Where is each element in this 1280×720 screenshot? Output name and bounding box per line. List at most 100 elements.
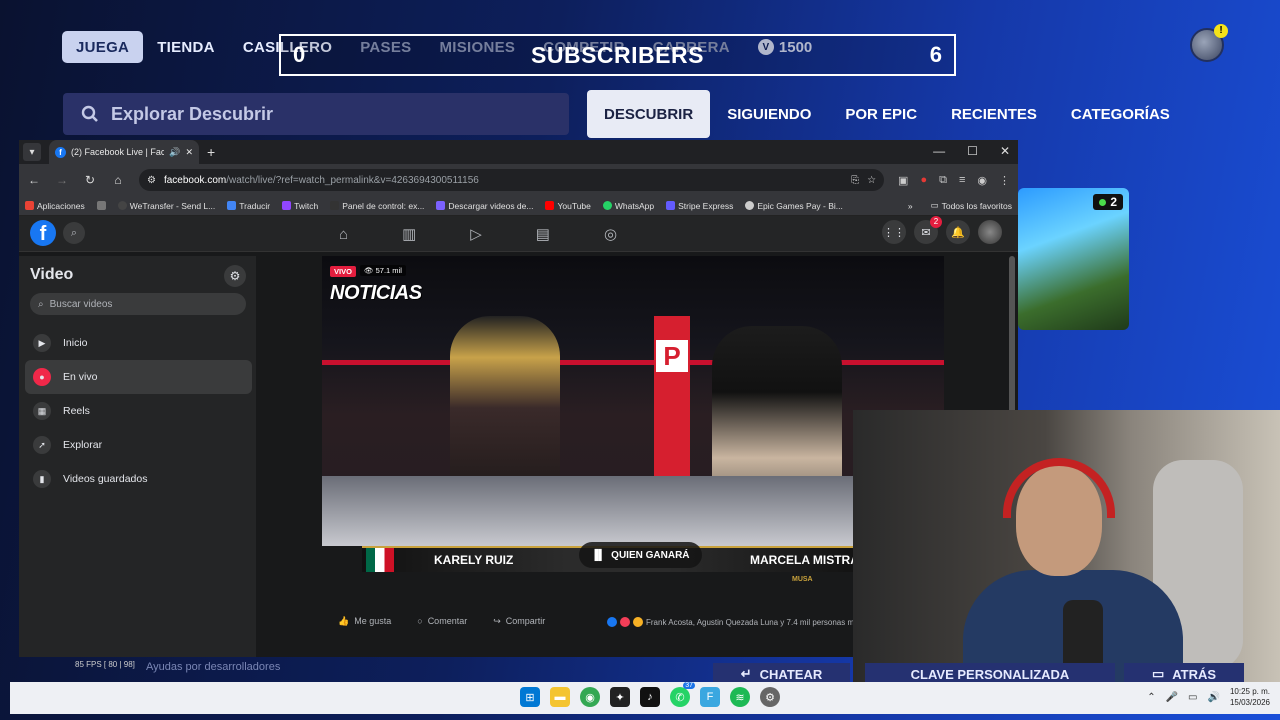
bookmark-star-icon[interactable]: ☆ [867, 175, 876, 186]
facebook-logo-icon[interactable]: f [30, 220, 56, 246]
facebook-main-nav: ⌂ ▥ ▷ ▤ ◎ [339, 216, 617, 252]
media-icon[interactable]: ≡ [959, 174, 965, 186]
reload-icon[interactable]: ↻ [83, 173, 97, 187]
bookmark-item[interactable]: YouTube [545, 200, 591, 211]
settings-gear-icon[interactable]: ⚙ [760, 687, 780, 707]
fighter-right-tag: MUSA [792, 576, 813, 583]
microphone-icon[interactable]: 🎤 [1166, 692, 1178, 703]
bookmark-item[interactable]: Epic Games Pay - Bi... [745, 201, 843, 211]
sidebar-item-inicio[interactable]: ▶ Inicio [25, 326, 252, 360]
tab-tienda[interactable]: TIENDA [143, 31, 229, 63]
search-icon[interactable]: ⌕ [63, 222, 85, 244]
notification-alert-icon[interactable]: ! [1214, 24, 1228, 38]
sidebar-item-label: Videos guardados [63, 473, 148, 485]
tab-por-epic[interactable]: POR EPIC [828, 90, 934, 138]
tab-siguiendo[interactable]: SIGUIENDO [710, 90, 828, 138]
tab-recientes[interactable]: RECIENTES [934, 90, 1054, 138]
tab-categorias[interactable]: CATEGORÍAS [1054, 90, 1187, 138]
live-video-player[interactable]: P VIVO 👁 57.1 mil NOTICIAS [322, 256, 944, 546]
home-icon[interactable]: ⌂ [339, 226, 348, 243]
install-icon[interactable]: ⎘ [851, 175, 859, 186]
gaming-icon[interactable]: ◎ [604, 225, 617, 243]
ring-rope [322, 360, 944, 365]
spotify-icon[interactable]: ≋ [730, 687, 750, 707]
tiktok-icon[interactable]: ♪ [640, 687, 660, 707]
whatsapp-icon[interactable]: ✆ 37 [670, 682, 695, 707]
menu-kebab-icon[interactable]: ⋮ [999, 174, 1010, 187]
notifications-bell-icon[interactable]: 🔔 [946, 220, 970, 244]
discover-search-input[interactable]: Explorar Descubrir [63, 93, 569, 135]
who-wins-poll-button[interactable]: ▐▌ QUIEN GANARÁ [579, 542, 702, 568]
chrome-icon[interactable]: ◉ [580, 687, 600, 707]
system-clock[interactable]: 10:25 p. m. 15/03/2026 [1230, 686, 1270, 708]
extensions-bar: ▣ ● ⧉ ≡ ◉ ⋮ [898, 174, 1010, 187]
video-icon[interactable]: ▷ [470, 225, 482, 243]
windows-start-icon[interactable]: ⊞ [520, 687, 540, 707]
sidebar-item-en-vivo[interactable]: ● En vivo [25, 360, 252, 394]
comment-button[interactable]: ○ Comentar [417, 616, 467, 626]
speaker-icon[interactable]: 🔊 [169, 147, 180, 158]
tab-descubrir[interactable]: DESCUBRIR [587, 90, 711, 138]
extension-icon[interactable]: ▣ [898, 174, 908, 187]
like-button[interactable]: 👍 Me gusta [338, 616, 391, 627]
maximize-icon[interactable]: ☐ [967, 144, 978, 158]
chat-label: CHATEAR [759, 666, 823, 682]
bookmark-item[interactable]: Aplicaciones [25, 201, 85, 211]
tab-juega[interactable]: JUEGA [62, 31, 144, 63]
puzzle-icon[interactable]: ⧉ [939, 174, 947, 187]
fighter-left-name: KARELY RUIZ [434, 553, 514, 567]
forward-icon[interactable]: → [55, 173, 69, 187]
browser-tab-facebook[interactable]: f (2) Facebook Live | Facebook 🔊 ✕ [49, 140, 199, 164]
close-window-icon[interactable]: ✕ [1000, 144, 1010, 158]
sidebar-item-explorar[interactable]: ➚ Explorar [25, 428, 252, 462]
sidebar-item-videos-guardados[interactable]: ▮ Videos guardados [25, 462, 252, 496]
taskbar-apps: ⊞ ▬ ◉ ✦ ♪ ✆ 37 F ≋ ⚙ [520, 682, 780, 707]
game-mode-card[interactable]: 2 [1018, 188, 1129, 330]
new-tab-icon[interactable]: + [207, 144, 215, 160]
bookmarks-bar: Aplicaciones WeTransfer - Send L... Trad… [19, 196, 1018, 216]
bookmark-item[interactable]: Descargar videos de... [436, 201, 533, 211]
page-scrollbar[interactable] [1009, 256, 1015, 416]
all-favorites-folder[interactable]: ▭ Todos los favoritos [931, 200, 1012, 211]
url-field[interactable]: ⚙ facebook.com/watch/live/?ref=watch_per… [139, 169, 885, 191]
bookmark-item[interactable] [96, 201, 106, 210]
all-favorites-label: Todos los favoritos [941, 200, 1012, 211]
close-tab-icon[interactable]: ✕ [185, 147, 193, 158]
extension-icon[interactable]: ● [920, 174, 927, 186]
messenger-icon[interactable]: ✉ 2 [914, 216, 942, 244]
bookmark-item[interactable]: Twitch [282, 201, 318, 211]
chevron-up-icon[interactable]: ⌃ [1147, 692, 1155, 703]
viewer-count: 👁 57.1 mil [360, 265, 406, 276]
windows-taskbar: ⊞ ▬ ◉ ✦ ♪ ✆ 37 F ≋ ⚙ ⌃ 🎤 ▭ 🔊 10:25 p. m. … [10, 682, 1280, 714]
bookmark-item[interactable]: Panel de control: ex... [330, 201, 424, 211]
network-icon[interactable]: ▭ [1188, 692, 1197, 703]
search-icon [81, 105, 98, 122]
back-icon[interactable]: ← [27, 173, 41, 187]
bookmark-item[interactable]: WhatsApp [602, 201, 654, 211]
avatar[interactable] [978, 220, 1002, 244]
reactions-summary[interactable]: Frank Acosta, Agustin Quezada Luna y 7.4… [607, 617, 863, 627]
tab-search-icon[interactable]: ▾ [23, 143, 41, 161]
bookmark-item[interactable]: WeTransfer - Send L... [117, 201, 215, 211]
menu-grid-icon[interactable]: ⋮⋮ [882, 220, 906, 244]
sidebar-item-reels[interactable]: ▦ Reels [25, 394, 252, 428]
share-button[interactable]: ↪ Compartir [493, 616, 545, 627]
bookmark-item[interactable]: Traducir [227, 201, 270, 211]
bookmark-item[interactable]: Stripe Express [666, 201, 733, 211]
app-f-icon[interactable]: F [700, 687, 720, 707]
minimize-icon[interactable]: — [933, 144, 945, 158]
dashboard-icon[interactable]: ▥ [402, 225, 416, 243]
home-icon[interactable]: ⌂ [111, 173, 125, 187]
settings-gear-icon[interactable]: ⚙ [224, 265, 246, 287]
marketplace-icon[interactable]: ▤ [536, 225, 550, 243]
more-bookmarks-icon[interactable]: » [908, 201, 913, 211]
volume-icon[interactable]: 🔊 [1208, 692, 1220, 703]
bookmark-label: Aplicaciones [37, 200, 85, 211]
bookmark-label: YouTube [557, 200, 591, 211]
profile-icon[interactable]: ◉ [977, 174, 987, 187]
file-explorer-icon[interactable]: ▬ [550, 687, 570, 707]
bookmark-label: Twitch [294, 200, 319, 211]
app-icon[interactable]: ✦ [610, 687, 630, 707]
site-info-icon[interactable]: ⚙ [147, 175, 156, 186]
video-search-input[interactable]: ⌕ Buscar videos [30, 293, 246, 315]
